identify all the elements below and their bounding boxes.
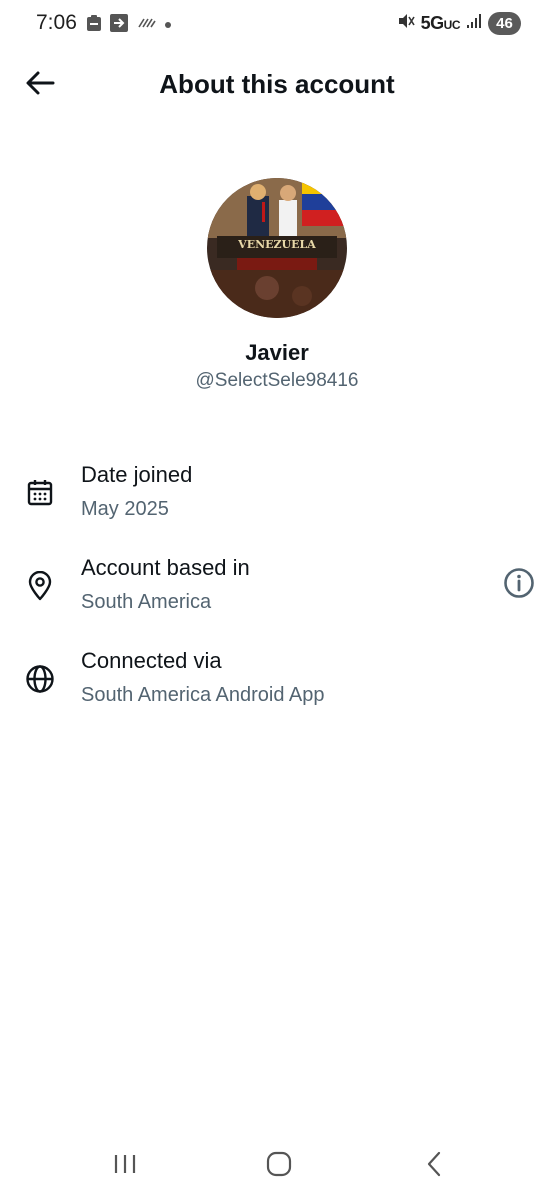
location-pin-icon [23,569,57,603]
system-icons: 5GUC 46 [397,12,521,35]
page-title: About this account [159,69,395,99]
connected-via-row: Connected via South America Android App [0,648,554,728]
calendar-icon [23,476,57,510]
battery-indicator: 46 [488,12,521,35]
account-based-in-value: South America [81,591,212,613]
notification-icons [86,13,173,38]
network-type: 5GUC [420,13,461,33]
mute-vibrate-icon [397,12,415,35]
date-joined-row: Date joined May 2025 [0,462,554,542]
system-nav-bar [0,1130,554,1200]
recents-button[interactable] [105,1148,145,1184]
date-joined-label: Date joined [81,462,193,487]
account-based-in-row: Account based in South America [0,555,554,635]
clipboard-icon [86,14,102,37]
signal-icon [466,13,482,34]
connected-via-value: South America Android App [81,684,325,706]
nav-back-button[interactable] [414,1148,454,1184]
status-time: 7:06 [36,11,77,34]
home-icon [266,1151,292,1182]
account-based-in-label: Account based in [81,555,250,580]
nfc-stripe-icon [136,15,156,36]
status-bar: 7:06 5GUC 46 [0,0,554,50]
globe-icon [23,662,57,696]
date-joined-value: May 2025 [81,498,169,520]
display-name: Javier [245,340,309,365]
recents-icon [113,1153,137,1180]
avatar-banner-text: VENEZUELA [238,238,316,251]
info-icon [503,567,535,604]
forward-box-icon [109,13,129,38]
home-button[interactable] [259,1148,299,1184]
user-handle: @SelectSele98416 [195,370,359,391]
app-header: About this account [0,50,554,118]
info-button[interactable] [502,567,536,604]
dot-icon [163,17,173,35]
connected-via-label: Connected via [81,648,222,673]
back-icon [426,1151,442,1182]
avatar[interactable]: VENEZUELA [207,178,347,318]
